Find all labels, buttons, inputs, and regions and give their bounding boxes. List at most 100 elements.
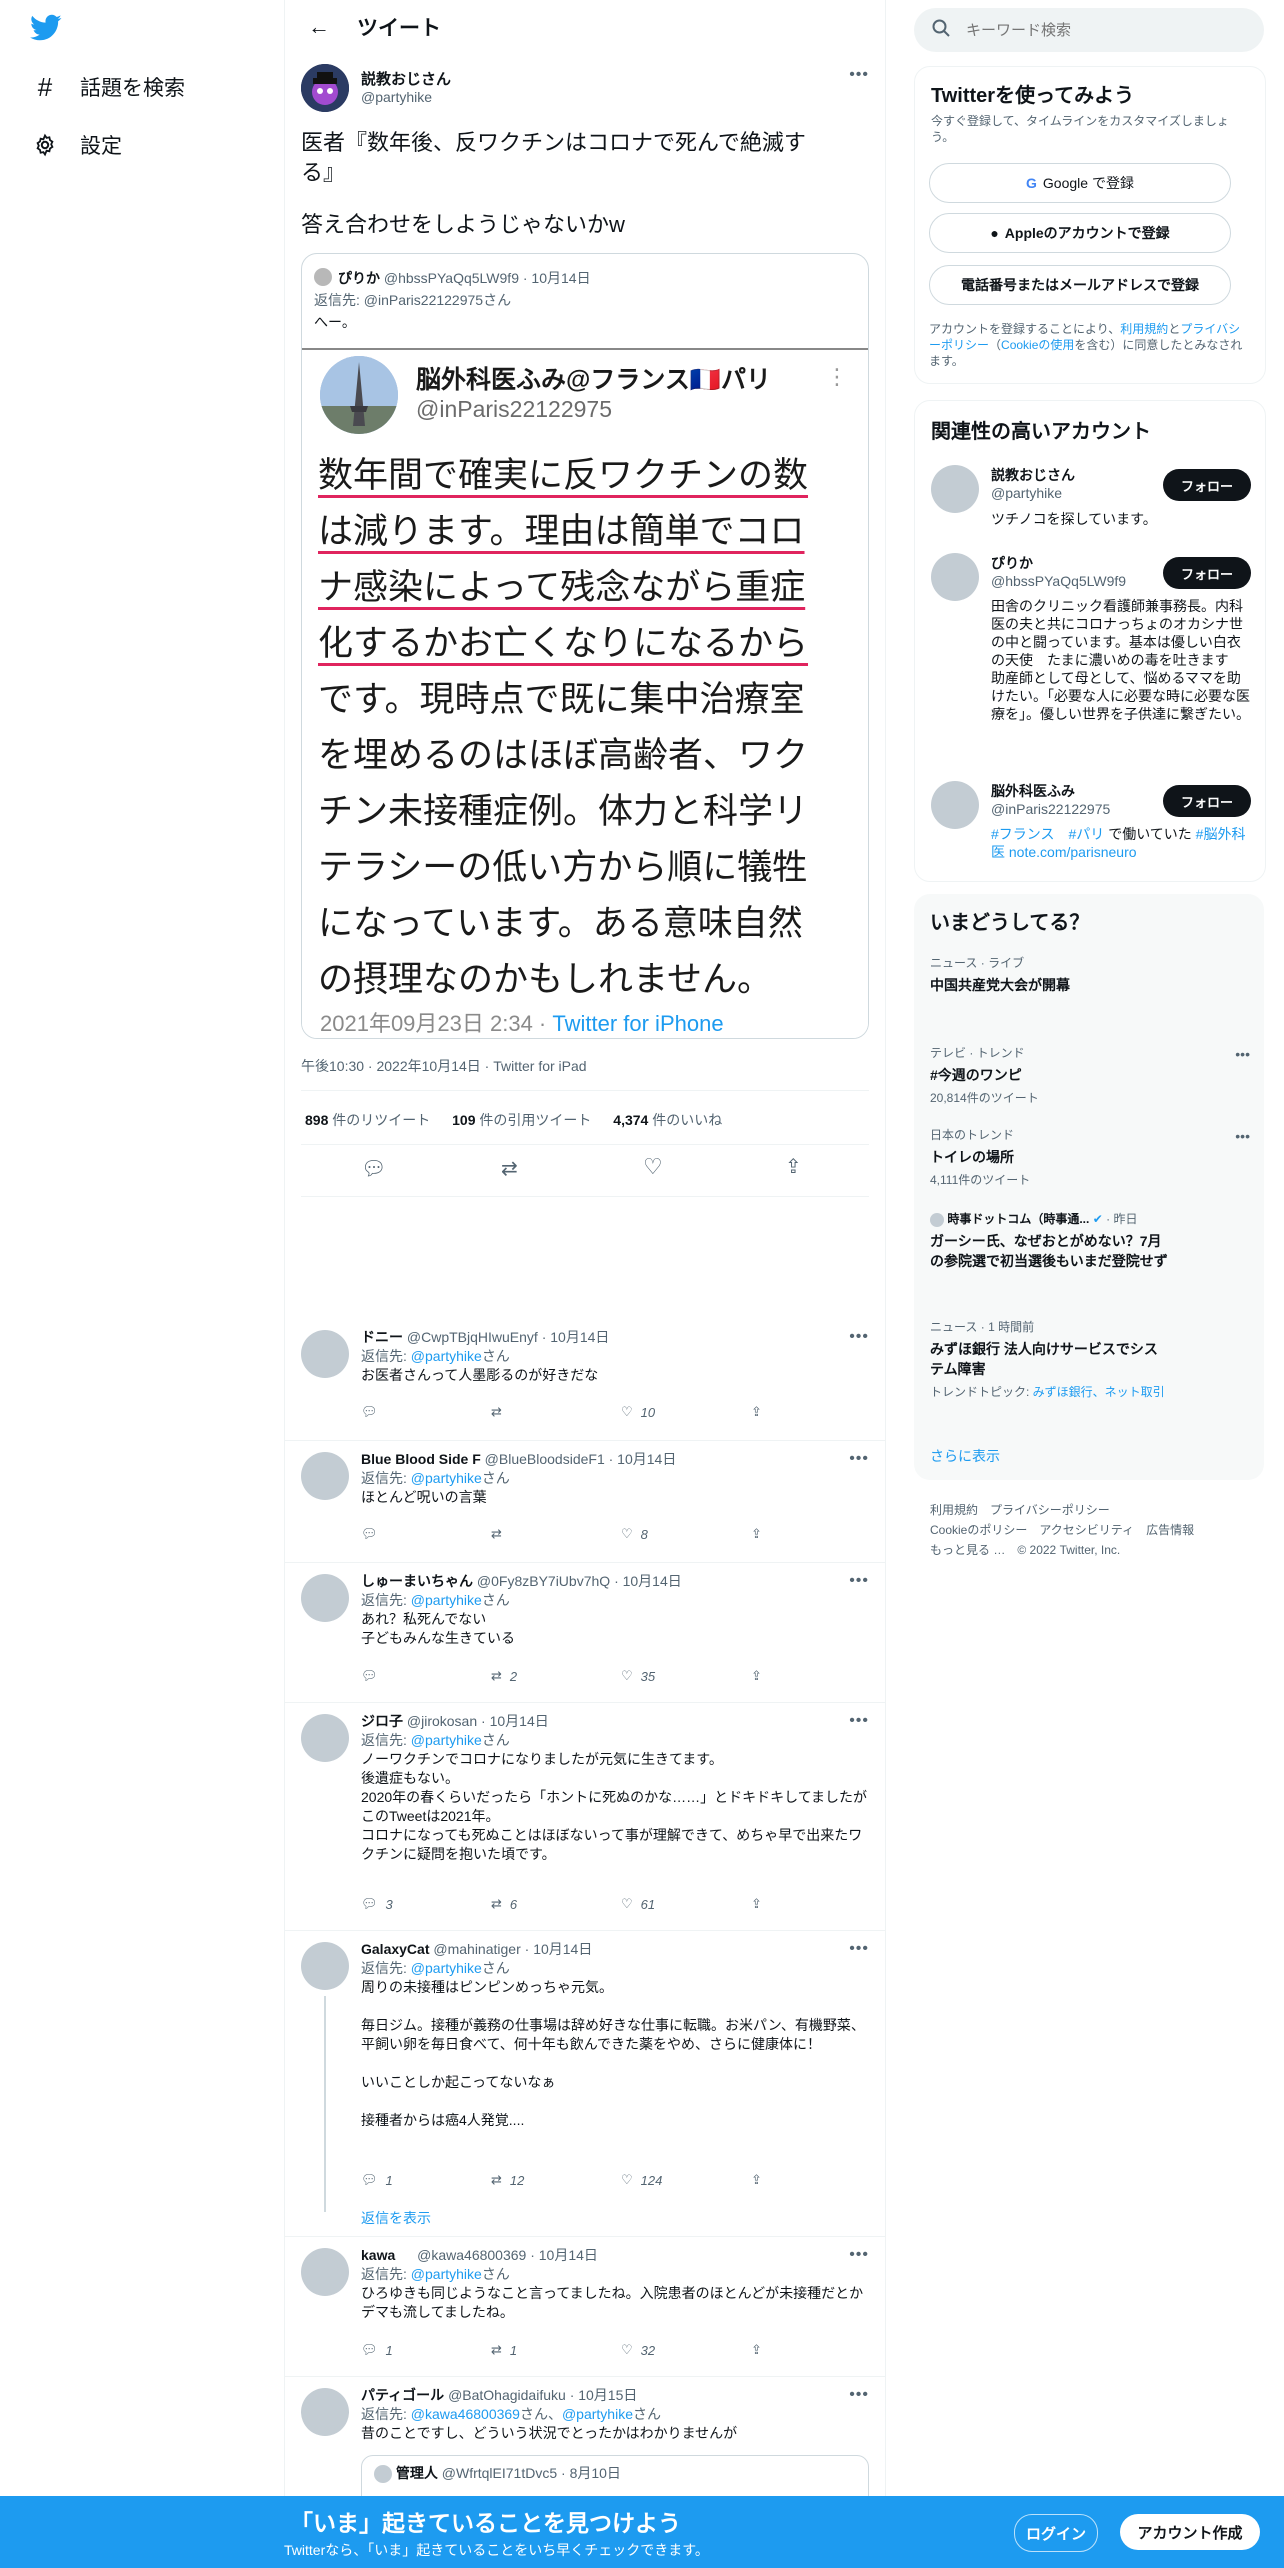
share-icon[interactable]: ⇪ xyxy=(751,2342,801,2358)
reply-name[interactable]: しゅーまいちゃん xyxy=(361,1573,473,1589)
reply-icon[interactable]: 💬︎ xyxy=(361,1404,411,1420)
retweet-icon[interactable]: ⇄ xyxy=(501,1156,518,1181)
terms-link[interactable]: 利用規約 xyxy=(1120,322,1168,336)
search-input[interactable] xyxy=(964,20,1228,40)
trend-item[interactable]: 日本のトレンド トイレの場所 4,111件のツイート xyxy=(930,1126,1250,1188)
reply-to-link[interactable]: @partyhike xyxy=(411,2266,482,2282)
cookie-link[interactable]: Cookieの使用 xyxy=(1001,338,1074,352)
likes-stat[interactable]: 4,374 件のいいね xyxy=(613,1112,722,1128)
reply-name[interactable]: ジロ子 xyxy=(361,1713,403,1729)
quote-image[interactable]: 脳外科医ふみ@フランス🇫🇷パリ @inParis22122975 ⋮ 数年間で確… xyxy=(302,348,868,1038)
share-icon[interactable]: ⇪ xyxy=(751,1404,801,1420)
follow-button[interactable]: フォロー xyxy=(1163,557,1251,589)
share-icon[interactable]: ⇪ xyxy=(785,1154,802,1179)
reply-avatar[interactable] xyxy=(301,1714,349,1762)
share-icon[interactable]: ⇪ xyxy=(751,2172,801,2188)
nav-explore[interactable]: # 話題を検索 xyxy=(32,72,185,102)
back-arrow-icon[interactable]: ← xyxy=(299,7,339,47)
reply-handle[interactable]: @BlueBloodsideF1 xyxy=(485,1451,605,1467)
show-more-link[interactable]: さらに表示 xyxy=(930,1446,1000,1466)
account-info[interactable]: 脳外科医ふみ @inParis22122975 xyxy=(991,781,1110,817)
twitter-logo-icon[interactable] xyxy=(30,14,64,44)
reply-to-link[interactable]: @partyhike xyxy=(411,1470,482,1486)
reply-tweet[interactable]: ••• Blue Blood Side F @BlueBloodsideF1 ·… xyxy=(285,1440,885,1563)
quotes-stat[interactable]: 109 件の引用ツイート xyxy=(452,1112,591,1128)
apple-signup-button[interactable]: ● Appleのアカウントで登録 xyxy=(929,213,1231,253)
reply-to-link[interactable]: @kawa46800369 xyxy=(411,2406,520,2422)
footer-more-link[interactable]: もっと見る … xyxy=(930,1543,1005,1557)
reply-icon[interactable]: 💬︎ 3 xyxy=(361,1896,411,1912)
author-handle[interactable]: @partyhike xyxy=(361,89,432,105)
phone-signup-button[interactable]: 電話番号またはメールアドレスで登録 xyxy=(929,265,1231,305)
nav-settings[interactable]: 設定 xyxy=(32,130,122,160)
reply-icon[interactable]: 💬︎ xyxy=(361,1668,411,1684)
retweet-icon[interactable]: ⇄ xyxy=(491,1404,541,1420)
reply-name[interactable]: kawa xyxy=(361,2247,395,2263)
reply-handle[interactable]: @BatOhagidaifuku xyxy=(448,2387,566,2403)
reply-handle[interactable]: @kawa46800369 xyxy=(417,2247,526,2263)
footer-terms-link[interactable]: 利用規約 xyxy=(930,1503,978,1517)
trend-item[interactable]: ニュース · 1 時間前 みずほ銀行 法人向けサービスでシステム障害 トレンドト… xyxy=(930,1318,1170,1400)
reply-avatar[interactable] xyxy=(301,1330,349,1378)
account-avatar[interactable] xyxy=(931,465,979,513)
reply-avatar[interactable] xyxy=(301,2248,349,2296)
reply-tweet[interactable]: ••• kawa @kawa46800369 · 10月14日 返信先: @pa… xyxy=(285,2236,885,2377)
retweet-icon[interactable]: ⇄ xyxy=(491,1526,541,1542)
like-icon[interactable]: ♡ 124 xyxy=(621,2172,671,2188)
trend-more-icon[interactable]: ••• xyxy=(1235,1128,1250,1144)
trend-item[interactable]: テレビ · トレンド #今週のワンピ 20,814件のツイート xyxy=(930,1044,1250,1106)
footer-privacy-link[interactable]: プライバシーポリシー xyxy=(990,1503,1110,1517)
reply-tweet[interactable]: ••• ジロ子 @jirokosan · 10月14日 返信先: @partyh… xyxy=(285,1702,885,1931)
retweet-icon[interactable]: ⇄ 6 xyxy=(491,1896,541,1912)
search-box[interactable] xyxy=(914,8,1264,52)
reply-avatar[interactable] xyxy=(301,2388,349,2436)
reply-icon[interactable]: 💬︎ xyxy=(361,1526,411,1542)
login-button[interactable]: ログイン xyxy=(1014,2514,1098,2552)
like-icon[interactable]: ♡ 35 xyxy=(621,1668,671,1684)
reply-avatar[interactable] xyxy=(301,1942,349,1990)
footer-ads-link[interactable]: 広告情報 xyxy=(1146,1523,1194,1537)
reply-tweet[interactable]: ••• ドニー @CwpTBjqHIwuEnyf · 10月14日 返信先: @… xyxy=(285,1318,885,1441)
more-options-icon[interactable]: ••• xyxy=(849,66,869,84)
signup-button[interactable]: アカウント作成 xyxy=(1120,2514,1260,2550)
reply-to-link[interactable]: @partyhike xyxy=(411,1732,482,1748)
share-icon[interactable]: ⇪ xyxy=(751,1896,801,1912)
like-icon[interactable]: ♡ 8 xyxy=(621,1526,671,1542)
retweets-stat[interactable]: 898 件のリツイート xyxy=(305,1112,430,1128)
like-icon[interactable]: ♡ 10 xyxy=(621,1404,671,1420)
reply-name[interactable]: ドニー xyxy=(361,1329,403,1345)
trend-item[interactable]: 時事ドットコム（時事通... ✔ · 昨日 ガーシー氏、なぜおとがめない？7月の… xyxy=(930,1210,1170,1271)
account-info[interactable]: ぴりか @hbssPYaQq5LW9f9 xyxy=(991,553,1126,589)
account-avatar[interactable] xyxy=(931,553,979,601)
retweet-icon[interactable]: ⇄ 12 xyxy=(491,2172,541,2188)
author-name[interactable]: 説教おじさん xyxy=(361,68,451,89)
reply-icon[interactable]: 💬︎ 1 xyxy=(361,2172,411,2188)
footer-accessibility-link[interactable]: アクセシビリティ xyxy=(1039,1523,1134,1537)
google-signup-button[interactable]: G Google で登録 xyxy=(929,163,1231,203)
show-replies-link[interactable]: 返信を表示 xyxy=(361,2208,431,2228)
hashtag-link[interactable]: #パリ xyxy=(1069,826,1105,842)
reply-name[interactable]: GalaxyCat xyxy=(361,1941,429,1957)
reply-icon[interactable]: 💬︎ xyxy=(361,1156,386,1181)
like-icon[interactable]: ♡ 32 xyxy=(621,2342,671,2358)
reply-icon[interactable]: 💬︎ 1 xyxy=(361,2342,411,2358)
reply-to-link[interactable]: @partyhike xyxy=(562,2406,633,2422)
hashtag-link[interactable]: #フランス xyxy=(991,826,1055,842)
trend-item[interactable]: ニュース · ライブ 中国共産党大会が開幕 xyxy=(930,954,1250,995)
reply-handle[interactable]: @CwpTBjqHIwuEnyf xyxy=(407,1329,538,1345)
like-icon[interactable]: ♡ 61 xyxy=(621,1896,671,1912)
follow-button[interactable]: フォロー xyxy=(1163,469,1251,501)
like-icon[interactable]: ♡ xyxy=(643,1154,663,1180)
quoted-tweet[interactable]: ぴりか @hbssPYaQq5LW9f9 · 10月14日 返信先: @inPa… xyxy=(301,253,869,1039)
account-avatar[interactable] xyxy=(931,781,979,829)
reply-to-link[interactable]: @partyhike xyxy=(411,1960,482,1976)
retweet-icon[interactable]: ⇄ 2 xyxy=(491,1668,541,1684)
trend-more-icon[interactable]: ••• xyxy=(1235,1046,1250,1062)
reply-to-link[interactable]: @partyhike xyxy=(411,1348,482,1364)
account-info[interactable]: 説教おじさん @partyhike xyxy=(991,465,1075,501)
reply-name[interactable]: パティゴール xyxy=(361,2387,444,2403)
share-icon[interactable]: ⇪ xyxy=(751,1668,801,1684)
reply-to-link[interactable]: @partyhike xyxy=(411,1592,482,1608)
reply-name[interactable]: Blue Blood Side F xyxy=(361,1451,481,1467)
footer-cookie-link[interactable]: Cookieのポリシー xyxy=(930,1523,1027,1537)
